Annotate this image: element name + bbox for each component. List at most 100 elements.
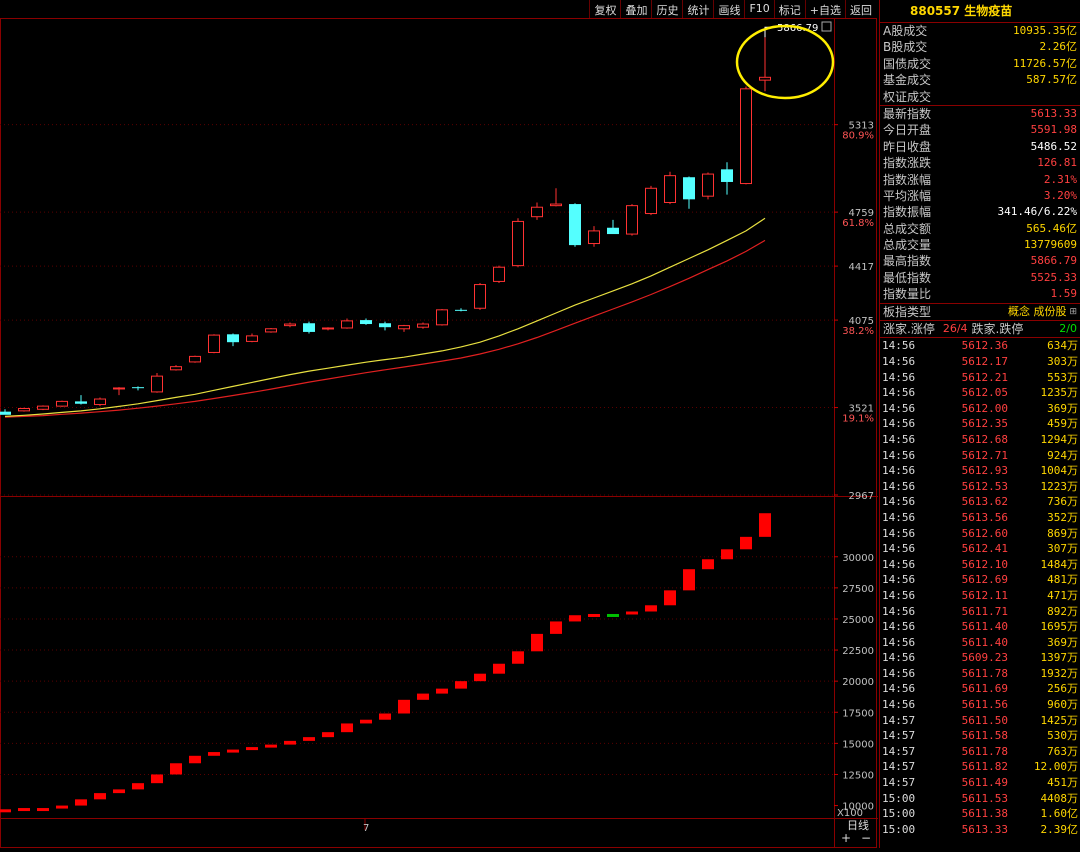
- tick-time: 14:56: [882, 401, 916, 415]
- volume-bar: [493, 663, 505, 674]
- price-axis-label: 2967: [849, 491, 874, 502]
- volume-bar: [702, 559, 714, 570]
- tick-price: 5611.53: [961, 791, 1008, 805]
- tick-time: 14:57: [882, 729, 916, 743]
- index-stat-label: 指数振幅: [883, 205, 932, 220]
- chart-toolbar: 复权 叠加 历史 统计 画线 F10 标记 +自选 返回: [589, 0, 876, 18]
- fall-label: 跌家.跌停: [971, 322, 1024, 337]
- tick-time: 15:00: [882, 807, 916, 821]
- volume-bar: [303, 737, 315, 741]
- zoom-out-button[interactable]: −: [856, 831, 876, 845]
- tick-price: 5611.40: [961, 635, 1008, 649]
- index-stat-label: 总成交量: [883, 238, 932, 253]
- tick-time: 14:56: [882, 666, 916, 680]
- volume-bar: [436, 688, 448, 694]
- restore-rights-button[interactable]: 复权: [589, 0, 620, 18]
- candle-body-down: [379, 323, 391, 328]
- tick-price: 5611.82: [961, 760, 1008, 774]
- index-stat-label: 今日开盘: [883, 123, 932, 138]
- volume-bar: [512, 651, 524, 664]
- index-stat-value: 565.46亿: [1026, 221, 1077, 235]
- index-stat-value: 1.59: [1050, 287, 1078, 301]
- volume-axis-label: 12500: [842, 770, 874, 781]
- market-stat-value: 2.26亿: [1039, 40, 1078, 54]
- tick-row: 14:57 5611.50 1425万: [880, 713, 1080, 729]
- candle-body-down: [721, 169, 733, 182]
- tick-time: 14:56: [882, 542, 916, 556]
- index-stat-row: 最新指数 5613.33: [880, 106, 1080, 122]
- statistics-button[interactable]: 统计: [682, 0, 713, 18]
- index-stat-label: 最低指数: [883, 270, 932, 285]
- tick-volume: 1294万: [1040, 432, 1079, 446]
- back-button[interactable]: 返回: [845, 0, 876, 18]
- tick-row: 14:56 5613.62 736万: [880, 494, 1080, 510]
- candle-body-down: [607, 227, 619, 235]
- index-type-label: 板指类型: [883, 304, 932, 319]
- market-stat-row: 基金成交 587.57亿: [880, 72, 1080, 88]
- candle-body-up: [18, 407, 30, 412]
- tick-row: 14:56 5613.56 352万: [880, 510, 1080, 526]
- tick-row: 14:56 5611.69 256万: [880, 681, 1080, 697]
- index-stat-label: 最高指数: [883, 254, 932, 269]
- candle-body-up: [113, 387, 125, 390]
- market-stat-label: A股成交: [883, 24, 928, 38]
- index-stat-row: 指数涨幅 2.31%: [880, 172, 1080, 188]
- zoom-in-button[interactable]: +: [836, 831, 856, 845]
- mark-button[interactable]: 标记: [773, 0, 805, 18]
- tick-volume: 1235万: [1040, 386, 1079, 400]
- fib-percent-label: 61.8%: [842, 218, 874, 229]
- tick-volume: 1397万: [1040, 651, 1079, 665]
- price-axis-label: 4417: [849, 262, 874, 273]
- volume-bar: [151, 774, 163, 784]
- history-button[interactable]: 历史: [651, 0, 682, 18]
- f10-button[interactable]: F10: [744, 0, 773, 18]
- candle-body-up: [645, 187, 657, 215]
- tick-volume: 369万: [1047, 635, 1078, 649]
- index-stat-value: 5613.33: [1030, 106, 1077, 120]
- tick-price: 5612.36: [961, 339, 1008, 353]
- add-watchlist-button[interactable]: +自选: [804, 0, 845, 18]
- market-stat-row: A股成交 10935.35亿: [880, 23, 1080, 39]
- panel-title: 880557 生物疫苗: [880, 0, 1080, 23]
- tick-time: 14:56: [882, 355, 916, 369]
- volume-axis-label: 22500: [842, 646, 874, 657]
- tick-time: 14:56: [882, 464, 916, 478]
- volume-axis-label: 17500: [842, 708, 874, 719]
- tick-volume: 1425万: [1040, 713, 1079, 727]
- tick-volume: 303万: [1047, 355, 1078, 369]
- tick-time: 15:00: [882, 822, 916, 836]
- tick-volume: 459万: [1047, 417, 1078, 431]
- tick-row: 14:57 5611.82 12.00万: [880, 759, 1080, 775]
- candle-body-up: [322, 327, 334, 330]
- kline-chart-area[interactable]: 5313 4759 4417 4075 3521 2967 80.9% 61.8% 38.2% 1…: [0, 0, 878, 848]
- candle-body-up: [436, 309, 448, 326]
- tick-price: 5612.69: [961, 573, 1008, 587]
- expand-icon[interactable]: ⊞: [1069, 304, 1077, 320]
- draw-line-button[interactable]: 画线: [713, 0, 744, 18]
- tick-list[interactable]: 14:56 5612.36 634万 14:56 5612.17 303万 14:56 561…: [880, 338, 1080, 837]
- kline-chart[interactable]: 53134759441740753521296780.9%61.8%38.2%1…: [0, 0, 878, 848]
- quote-panel: 880557 生物疫苗 A股成交 10935.35亿 B股成交 2.26亿 国债成交 11…: [879, 0, 1080, 848]
- candle-body-up: [265, 328, 277, 333]
- ma-short-line: [4, 217, 766, 417]
- x-marker-label: 7: [363, 823, 369, 834]
- candle-body-down: [683, 177, 695, 200]
- tick-row: 14:56 5612.00 369万: [880, 401, 1080, 417]
- candle-body-down: [0, 411, 11, 415]
- tick-row: 14:56 5612.69 481万: [880, 572, 1080, 588]
- candle-body-up: [588, 230, 600, 245]
- highlight-circle: [735, 24, 835, 100]
- index-stat-value: 2.31%: [1043, 172, 1077, 186]
- index-type-value[interactable]: 概念 成份股: [1008, 304, 1067, 320]
- tick-volume: 960万: [1047, 698, 1078, 712]
- market-stat-label: 基金成交: [883, 73, 932, 88]
- tick-price: 5611.38: [961, 807, 1008, 821]
- candle-body-up: [37, 405, 49, 410]
- tick-time: 14:56: [882, 386, 916, 400]
- volume-bar: [37, 808, 49, 812]
- overlay-button[interactable]: 叠加: [620, 0, 651, 18]
- tick-volume: 307万: [1047, 542, 1078, 556]
- candle-body-up: [531, 206, 543, 218]
- tick-row: 14:56 5612.35 459万: [880, 416, 1080, 432]
- index-stat-label: 指数量比: [883, 287, 932, 302]
